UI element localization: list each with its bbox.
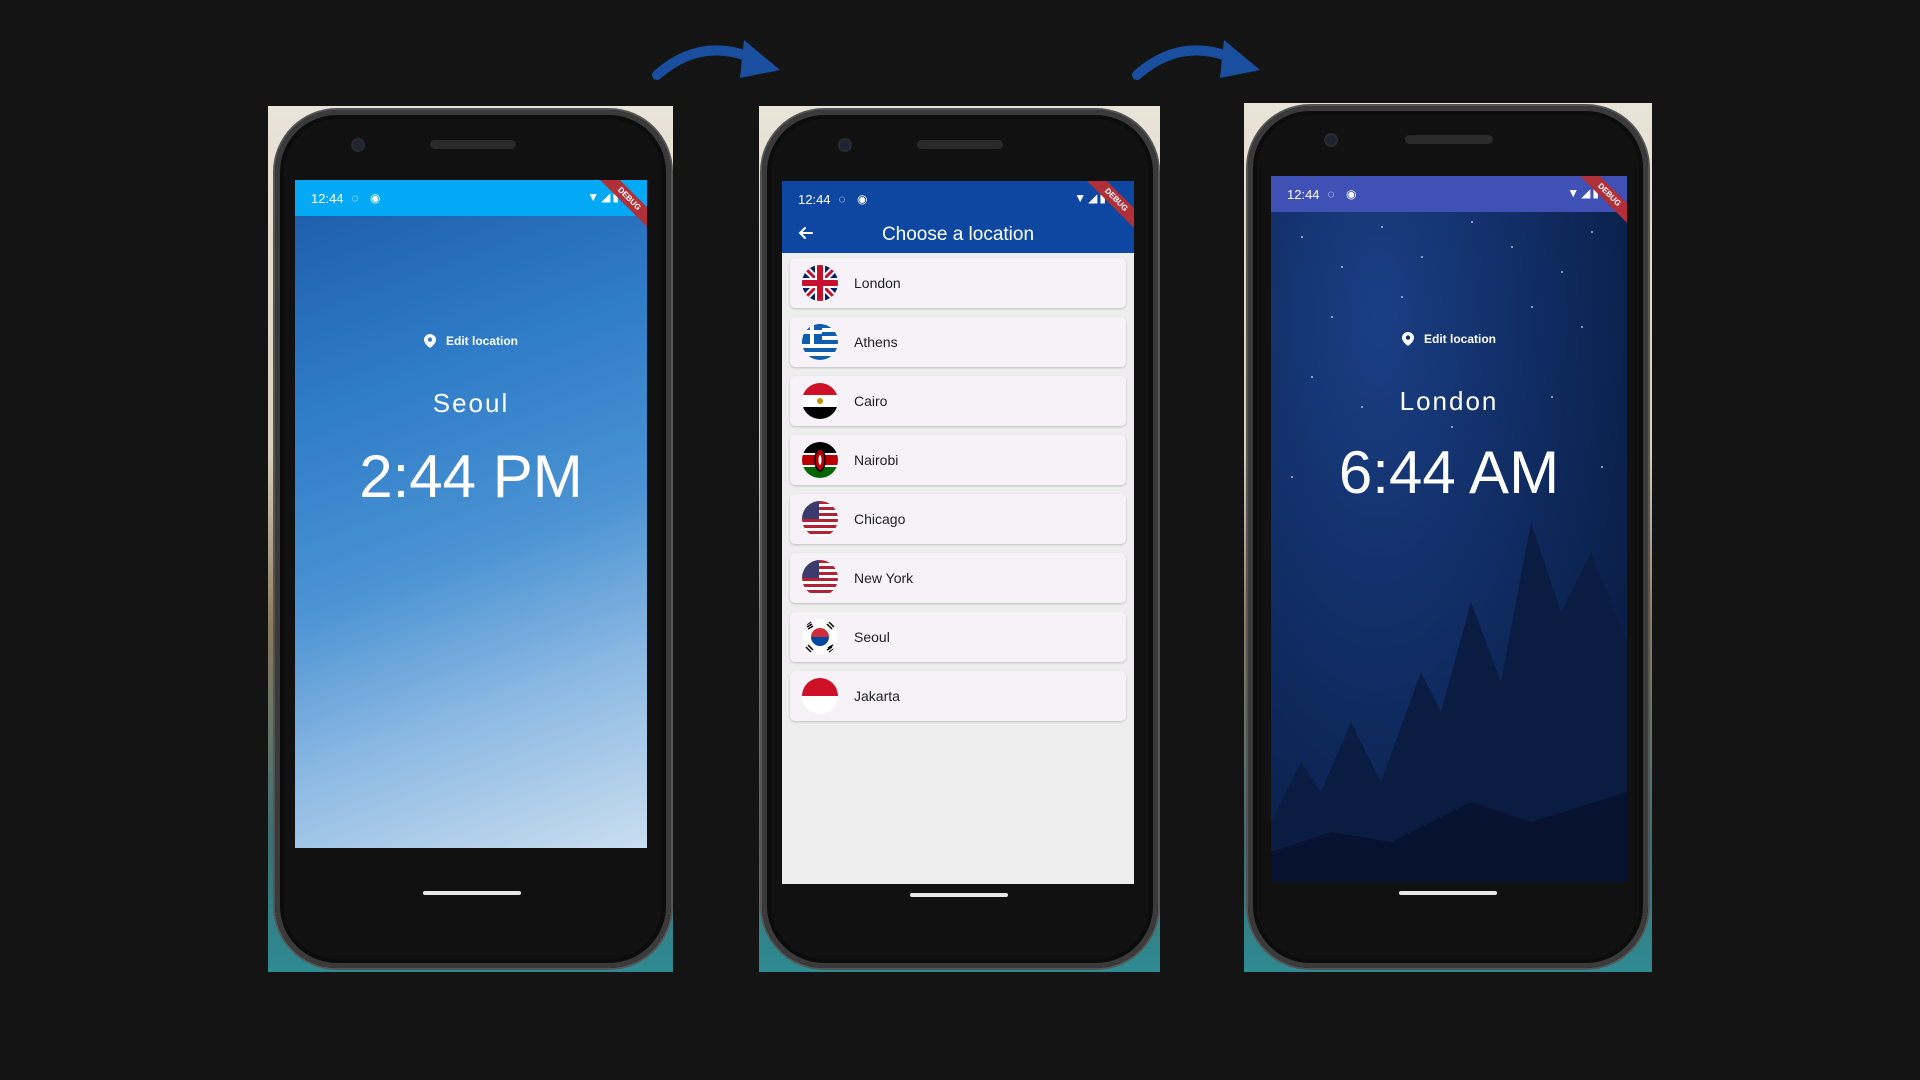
list-item[interactable]: New York (790, 553, 1126, 603)
arrow-right-icon (1132, 40, 1260, 80)
location-label: Athens (854, 334, 898, 350)
front-camera (1324, 133, 1338, 147)
status-icons: ◌ ◉ (1327, 187, 1361, 201)
front-camera (838, 138, 852, 152)
uk-flag-icon (802, 265, 838, 301)
status-bar: 12:44 ◌ ◉ ▼◢▮ (295, 180, 647, 216)
earpiece (917, 140, 1003, 149)
home-indicator[interactable] (1399, 891, 1497, 895)
usa-flag-icon (802, 501, 838, 537)
home-indicator[interactable] (910, 893, 1008, 897)
status-time: 12:44 (798, 191, 831, 207)
location-list: London Athens Cairo Nairobi Chicago New … (782, 253, 1134, 884)
location-label: Nairobi (854, 452, 899, 468)
phone-1-screen: 12:44 ◌ ◉ ▼◢▮ DEBUG Edit location Seoul … (295, 180, 647, 848)
location-label: Cairo (854, 393, 888, 409)
edit-location-button[interactable]: Edit location (1271, 332, 1627, 346)
app-bar: 12:44 ◌ ◉ ▼◢▮ Choose a location (782, 181, 1134, 253)
phone-3: 12:44 ◌ ◉ ▼◢▮ DEBUG Edit location London… (1248, 106, 1648, 968)
city-name: London (1399, 386, 1499, 416)
earpiece (1405, 135, 1493, 144)
list-item[interactable]: Athens (790, 317, 1126, 367)
page-title: Choose a location (881, 224, 1035, 245)
status-icons: ◌ ◉ (838, 192, 872, 206)
arrow-right-icon (652, 40, 780, 80)
list-item[interactable]: Cairo (790, 376, 1126, 426)
edit-location-label: Edit location (446, 334, 518, 348)
status-time: 12:44 (1287, 186, 1320, 202)
phone-2: 12:44 ◌ ◉ ▼◢▮ Choose a location DEBUG Lo… (762, 110, 1158, 968)
location-pin-icon (1402, 332, 1414, 346)
current-time: 6:44 AM (1338, 439, 1560, 506)
forest-silhouette (1271, 522, 1627, 882)
south-korea-flag-icon (802, 619, 838, 655)
earpiece (430, 140, 516, 149)
location-label: London (854, 275, 901, 291)
list-item[interactable]: London (790, 258, 1126, 308)
list-item[interactable]: Jakarta (790, 671, 1126, 721)
location-label: New York (854, 570, 914, 586)
city-name: Seoul (432, 388, 510, 418)
location-label: Jakarta (854, 688, 900, 704)
phone-1: 12:44 ◌ ◉ ▼◢▮ DEBUG Edit location Seoul … (275, 110, 671, 968)
list-item[interactable]: Chicago (790, 494, 1126, 544)
phone-2-screen: 12:44 ◌ ◉ ▼◢▮ Choose a location DEBUG Lo… (782, 181, 1134, 884)
list-item[interactable]: Nairobi (790, 435, 1126, 485)
edit-location-button[interactable]: Edit location (295, 334, 647, 348)
location-label: Seoul (854, 629, 890, 645)
status-icons: ◌ ◉ (351, 191, 385, 205)
location-pin-icon (424, 334, 436, 348)
status-time: 12:44 (311, 190, 344, 206)
list-item[interactable]: Seoul (790, 612, 1126, 662)
front-camera (351, 138, 365, 152)
current-time: 2:44 PM (359, 443, 583, 510)
status-bar: 12:44 ◌ ◉ ▼◢▮ (1271, 176, 1627, 212)
indonesia-flag-icon (802, 678, 838, 714)
phone-3-screen: 12:44 ◌ ◉ ▼◢▮ DEBUG Edit location London… (1271, 176, 1627, 882)
kenya-flag-icon (802, 442, 838, 478)
greece-flag-icon (802, 324, 838, 360)
home-indicator[interactable] (423, 891, 521, 895)
egypt-flag-icon (802, 383, 838, 419)
edit-location-label: Edit location (1424, 332, 1496, 346)
location-label: Chicago (854, 511, 906, 527)
status-bar: 12:44 ◌ ◉ ▼◢▮ (782, 181, 1134, 217)
usa-flag-icon (802, 560, 838, 596)
